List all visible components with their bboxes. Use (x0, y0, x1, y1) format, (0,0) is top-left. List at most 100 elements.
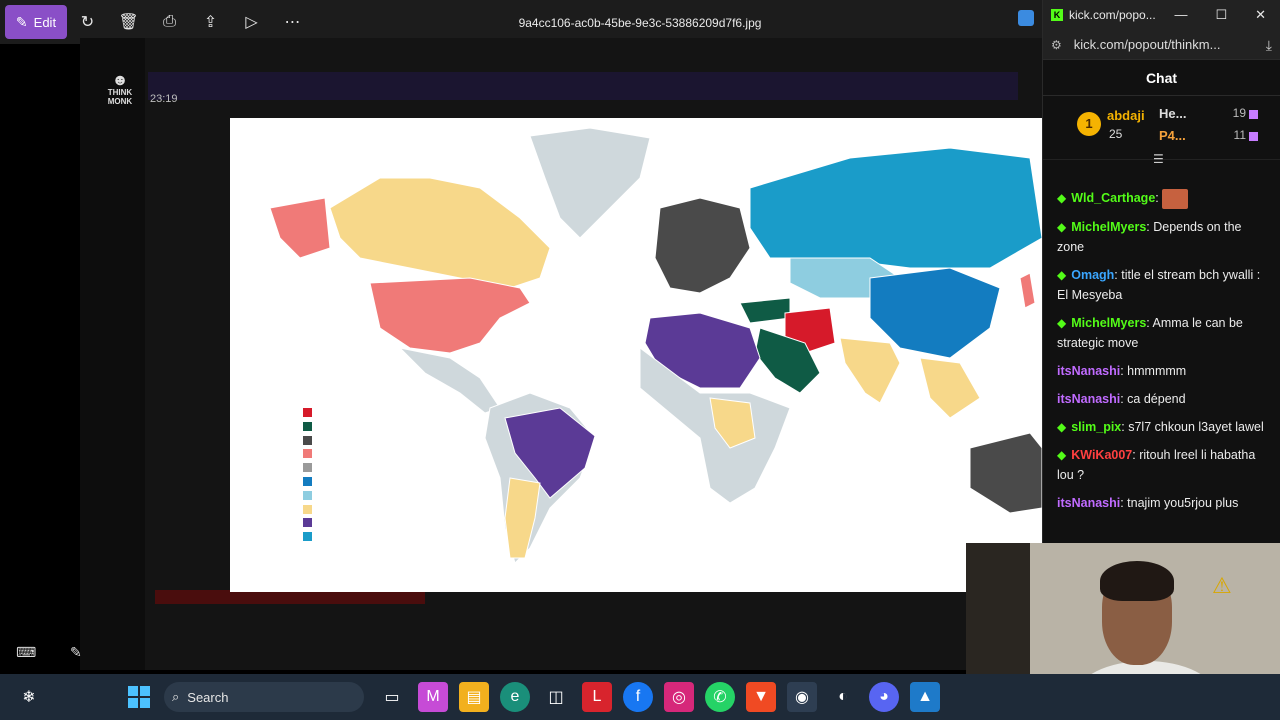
map-legend (303, 408, 313, 546)
chat-messages: ◆ Wld_Carthage: ◆ MichelMyers: Depends on … (1057, 188, 1271, 521)
address-bar[interactable]: ⚙ kick.com/popout/thinkm... ⤓ (1043, 30, 1280, 60)
edit-button[interactable]: ✎ Edit (5, 5, 67, 39)
background-sidebar (80, 38, 145, 670)
start-button[interactable] (128, 686, 150, 708)
download-icon[interactable]: ⤓ (1266, 37, 1272, 54)
store-icon[interactable]: ◫ (541, 682, 571, 712)
facebook-icon[interactable]: f (623, 682, 653, 712)
legend-swatch (303, 463, 312, 473)
leaderboard-third-count: 11 (1233, 128, 1246, 142)
taskbar-search[interactable]: ⌕ Search (164, 682, 364, 712)
discord-icon[interactable]: ◕ (869, 682, 899, 712)
chat-message: ◆ slim_pix: s7l7 chkoun l3ayet lawel (1057, 417, 1271, 437)
legend-swatch (303, 476, 312, 486)
address-text: kick.com/popout/thinkm... (1073, 37, 1221, 52)
chat-message: itsNanashi: hmmmmm (1057, 363, 1187, 378)
background-banner (148, 72, 1018, 100)
chat-message: ◆ Wld_Carthage: (1057, 188, 1271, 209)
delete-icon[interactable]: 🗑 (108, 5, 149, 39)
legend-swatch (303, 421, 312, 431)
instagram-icon[interactable]: ◎ (664, 682, 694, 712)
logo-text: THINK MONK (107, 88, 133, 106)
whatsapp-icon[interactable]: ✆ (705, 682, 735, 712)
rotate-icon[interactable]: ↻ (67, 5, 108, 39)
close-icon[interactable]: ✕ (1255, 7, 1266, 23)
subscriber-badge-icon: ◆ (1057, 315, 1067, 330)
m365-icon[interactable]: M (418, 682, 448, 712)
leaderboard-first-count: 25 (1109, 127, 1123, 141)
legend-swatch (303, 490, 312, 500)
chat-text: ca dépend (1127, 391, 1186, 406)
widgets-icon[interactable]: ❄ (14, 682, 44, 712)
legend-swatch (303, 504, 312, 514)
print-icon[interactable]: ⎙ (149, 5, 190, 39)
search-label: Search (187, 689, 229, 705)
world-map-image (230, 118, 1042, 592)
chat-username[interactable]: itsNanashi (1057, 392, 1120, 406)
gift-icon (1249, 110, 1258, 119)
minimize-icon[interactable]: — (1174, 7, 1187, 23)
legend-swatch (303, 532, 312, 542)
timestamp: 23:19 (150, 93, 178, 105)
obs-icon[interactable]: ◐ (828, 682, 858, 712)
taskbar: ❄ ⌕ Search ▭ M ▤ e ◫ L f ◎ ✆ ▼ ◉ ◐ ◕ ▲ (0, 674, 1280, 720)
leaderboard-third-name[interactable]: P4... (1159, 128, 1186, 143)
leaderboard-second-name[interactable]: He... (1159, 106, 1186, 121)
brave-icon[interactable]: ▼ (746, 682, 776, 712)
chat-title: Chat (1043, 60, 1280, 96)
chat-username[interactable]: KWiKa007 (1071, 448, 1132, 462)
warning-icon: ⚠ (1212, 573, 1232, 598)
kick-logo-icon: K (1051, 9, 1063, 21)
chat-message: ◆ Omagh: title el stream bch ywalli : El … (1057, 265, 1271, 305)
chat-username[interactable]: MichelMyers (1071, 316, 1146, 330)
emote-icon (1162, 188, 1189, 209)
chat-text: tnajim you5rjou plus (1127, 495, 1239, 510)
rank-1-badge: 1 (1077, 112, 1101, 136)
chat-message: ◆ KWiKa007: ritouh lreel li habatha lou ? (1057, 445, 1271, 485)
subscriber-badge-icon: ◆ (1057, 219, 1067, 234)
subscriber-badge-icon: ◆ (1057, 447, 1067, 462)
file-name: 9a4cc106-ac0b-45be-9e3c-53886209d7f6.jpg (518, 16, 762, 30)
more-icon[interactable]: ⋯ (272, 5, 313, 39)
maximize-icon[interactable]: ☐ (1215, 7, 1227, 23)
tab-title: kick.com/popo... (1069, 8, 1156, 22)
search-icon: ⌕ (172, 689, 180, 704)
legend-swatch (303, 449, 312, 459)
chat-text: hmmmmm (1127, 363, 1187, 378)
channel-logo: ☻ THINK MONK (107, 72, 133, 107)
filter-icon[interactable]: ☰ (1153, 152, 1164, 166)
app-icon[interactable] (1018, 10, 1034, 26)
edge-icon[interactable]: e (500, 682, 530, 712)
chat-text: s7l7 chkoun l3ayet lawel (1128, 419, 1264, 434)
chat-popout-window: K kick.com/popo... — ☐ ✕ ⚙ kick.com/popo… (1042, 0, 1280, 545)
site-settings-icon[interactable]: ⚙ (1051, 38, 1062, 52)
share-icon[interactable]: ⇪ (190, 5, 231, 39)
legend-swatch (303, 518, 312, 528)
photos-icon[interactable]: ▲ (910, 682, 940, 712)
chat-username[interactable]: Wld_Carthage (1071, 191, 1155, 205)
leaderboard-first-name[interactable]: abdaji (1107, 108, 1145, 123)
app-l-icon[interactable]: L (582, 682, 612, 712)
chat-username[interactable]: Omagh (1071, 268, 1114, 282)
chat-username[interactable]: itsNanashi (1057, 496, 1120, 510)
legend-swatch (303, 435, 312, 445)
chat-message: ◆ MichelMyers: Depends on the zone (1057, 217, 1271, 257)
chat-message: itsNanashi: ca dépend (1057, 391, 1186, 406)
file-manager-icon[interactable]: ▭ (377, 682, 407, 712)
leaderboard-second-count: 19 (1232, 106, 1246, 120)
chat-message: ◆ MichelMyers: Amma le can be strategic m… (1057, 313, 1271, 353)
legend-swatch (303, 408, 312, 417)
keyboard-icon[interactable]: ⌨ (16, 644, 36, 661)
slideshow-icon[interactable]: ▷ (231, 5, 272, 39)
pen-icon[interactable]: ✎ (70, 644, 82, 661)
chat-message: itsNanashi: tnajim you5rjou plus (1057, 495, 1239, 510)
chrome-icon[interactable]: ◉ (787, 682, 817, 712)
chat-username[interactable]: slim_pix (1071, 420, 1121, 434)
subscriber-badge-icon: ◆ (1057, 191, 1067, 205)
edit-label: Edit (33, 14, 57, 30)
folder-icon[interactable]: ▤ (459, 682, 489, 712)
chat-username[interactable]: itsNanashi (1057, 364, 1120, 378)
edit-icon: ✎ (15, 13, 28, 30)
chat-username[interactable]: MichelMyers (1071, 220, 1146, 234)
subscriber-badge-icon: ◆ (1057, 267, 1067, 282)
